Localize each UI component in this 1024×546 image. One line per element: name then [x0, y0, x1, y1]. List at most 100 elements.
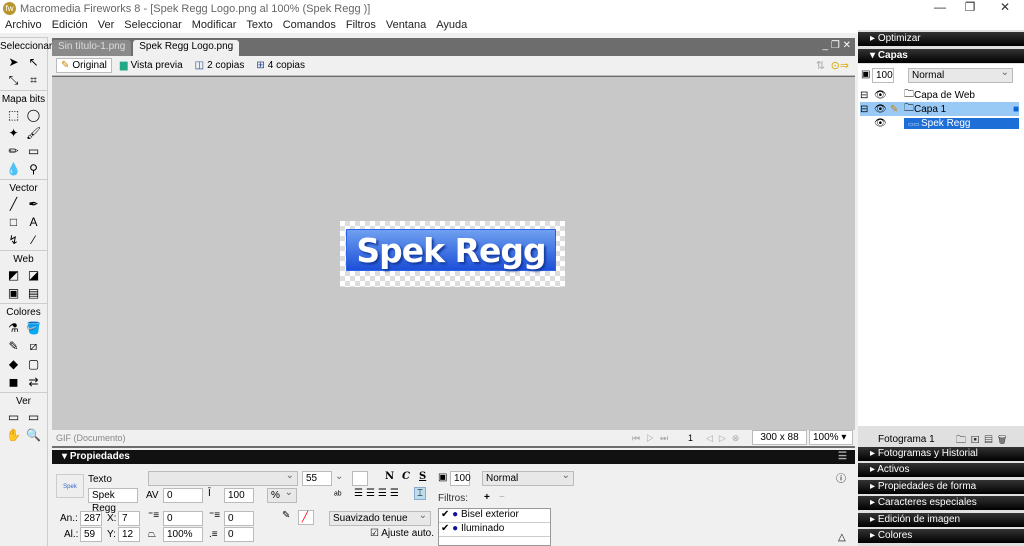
collapse-panel-icon[interactable]: △: [838, 532, 846, 543]
stroke-swatch-icon[interactable]: ⧄: [25, 338, 43, 354]
stretch-align-button[interactable]: ⌶: [414, 487, 426, 500]
paint-bucket-icon[interactable]: 🪣: [25, 320, 43, 336]
eraser-icon[interactable]: ▭: [25, 143, 43, 159]
view-4up-button[interactable]: ⊞ 4 copias: [252, 59, 309, 72]
marquee-icon[interactable]: ⬚: [5, 107, 23, 123]
rubber-stamp-icon[interactable]: ⚲: [25, 161, 43, 177]
rectangle-icon[interactable]: □: [5, 214, 23, 230]
line-icon[interactable]: ╱: [5, 196, 23, 212]
height-input[interactable]: 59: [80, 527, 102, 542]
stroke-color-icon[interactable]: ✎: [5, 338, 23, 354]
close-button[interactable]: ✕: [990, 0, 1020, 14]
blend-mode-select[interactable]: Normal: [482, 469, 574, 486]
quick-export-icon[interactable]: ⇅: [816, 59, 825, 72]
panel-layers-header[interactable]: ▾ Capas: [858, 49, 1024, 63]
object-name-input[interactable]: Spek Regg: [88, 488, 138, 514]
bold-button[interactable]: N: [385, 471, 394, 482]
view-original-button[interactable]: ✎ Original: [56, 58, 112, 73]
remove-filter-button[interactable]: −: [499, 492, 505, 503]
layer-opacity-input[interactable]: 100: [872, 68, 894, 83]
menu-ventana[interactable]: Ventana: [381, 19, 431, 31]
freeform-icon[interactable]: ↯: [5, 232, 23, 248]
x-input[interactable]: 7: [118, 511, 140, 526]
scale-icon[interactable]: ⤡: [5, 72, 23, 88]
blur-icon[interactable]: 💧: [5, 161, 23, 177]
text-object-spek-regg[interactable]: Spek Regg: [346, 229, 556, 271]
panel-header[interactable]: ▸ Propiedades de forma automática: [858, 479, 1024, 506]
expand-icon[interactable]: ⊟: [860, 90, 874, 101]
filter-item[interactable]: ✔ ● Iluminado: [439, 523, 550, 537]
text-icon[interactable]: A: [25, 214, 43, 230]
hide-slices-icon[interactable]: ▣: [5, 285, 23, 301]
stroke-color-swatch[interactable]: ╱: [298, 510, 314, 525]
fill-swatch-icon[interactable]: ▢: [25, 356, 43, 372]
show-slices-icon[interactable]: ▤: [25, 285, 43, 301]
eye-icon[interactable]: 👁: [874, 90, 904, 101]
canvas[interactable]: Spek Regg: [52, 77, 855, 430]
panel-header[interactable]: ▸ Colores: [858, 529, 1024, 543]
hand-icon[interactable]: ✋: [5, 427, 23, 443]
layer-blend-select[interactable]: Normal: [908, 66, 1013, 83]
font-size-input[interactable]: 55: [302, 471, 332, 486]
crop-icon[interactable]: ⌗: [25, 72, 43, 88]
space-before-input[interactable]: 0: [224, 511, 254, 526]
eye-icon[interactable]: 👁: [874, 104, 890, 115]
leading-input[interactable]: 100: [224, 488, 254, 503]
y-input[interactable]: 12: [118, 527, 140, 542]
standard-screen-icon[interactable]: ▭: [5, 409, 23, 425]
pen-icon[interactable]: ✒: [25, 196, 43, 212]
menu-comandos[interactable]: Comandos: [278, 19, 341, 31]
swap-colors-icon[interactable]: ⇄: [25, 374, 43, 390]
default-colors-icon[interactable]: ◼: [5, 374, 23, 390]
menu-filtros[interactable]: Filtros: [341, 19, 381, 31]
text-direction-icon[interactable]: ᵃᵇ: [334, 490, 342, 501]
width-input[interactable]: 287: [80, 511, 102, 526]
antialias-select[interactable]: Suavizado tenue: [329, 509, 431, 526]
pointer-icon[interactable]: ➤: [5, 54, 23, 70]
menu-edición[interactable]: Edición: [47, 19, 93, 31]
magic-wand-icon[interactable]: ✦: [5, 125, 23, 141]
full-screen-menus-icon[interactable]: ▭: [25, 409, 43, 425]
menu-archivo[interactable]: Archivo: [0, 19, 47, 31]
brush-icon[interactable]: 🖌: [25, 125, 43, 141]
menu-ver[interactable]: Ver: [93, 19, 120, 31]
layer-row-capa1[interactable]: ⊟ 👁 ✎ 🗀 Capa 1 ■: [860, 102, 1019, 116]
space-after-input[interactable]: 0: [224, 527, 254, 542]
kerning-input[interactable]: 0: [163, 488, 203, 503]
view-2up-button[interactable]: ◫ 2 copias: [191, 59, 249, 72]
panel-options-icon[interactable]: ☰: [838, 450, 847, 464]
indent-input[interactable]: 0: [163, 511, 203, 526]
zoom-select[interactable]: 100% ▾: [809, 430, 853, 445]
font-size-dropdown[interactable]: ⌄: [335, 471, 343, 482]
slice-icon[interactable]: ◪: [25, 267, 43, 283]
font-select[interactable]: [148, 469, 298, 486]
zoom-icon[interactable]: 🔍: [25, 427, 43, 443]
panel-optimize[interactable]: ▸ Optimizar: [858, 32, 1024, 46]
subselect-icon[interactable]: ↖: [25, 54, 43, 70]
italic-button[interactable]: C: [402, 471, 410, 482]
doc-window-controls[interactable]: _ ❐ ✕: [823, 40, 851, 51]
panel-header[interactable]: ▸ Activos: [858, 463, 1024, 478]
fill-color-icon[interactable]: ◆: [5, 356, 23, 372]
text-color-swatch[interactable]: [352, 471, 368, 486]
document-tab[interactable]: Spek Regg Logo.png: [133, 40, 240, 56]
leading-unit-select[interactable]: %: [267, 486, 297, 503]
minimize-button[interactable]: —: [925, 0, 955, 14]
panel-header[interactable]: ▸ Edición de imagen: [858, 512, 1024, 527]
object-row-spek-regg[interactable]: 👁 ▭▭ Spek Regg: [860, 116, 1019, 130]
underline-button[interactable]: S: [419, 471, 426, 482]
opacity-input[interactable]: 100: [450, 471, 471, 486]
menu-seleccionar[interactable]: Seleccionar: [119, 19, 186, 31]
alignment-buttons[interactable]: ☰☰☰☰: [354, 488, 402, 499]
properties-header[interactable]: ▾ Propiedades ☰: [52, 450, 855, 464]
layer-row-web[interactable]: ⊟ 👁 🗀 Capa de Web: [860, 88, 1019, 102]
view-preview-button[interactable]: ▆ Vista previa: [116, 59, 187, 72]
frame-nav-first-play-last[interactable]: ⏮▷⏭: [632, 433, 674, 444]
frame-nav-prev-next-loop[interactable]: ◁▷⊗: [706, 433, 745, 444]
pencil-icon[interactable]: ✏: [5, 143, 23, 159]
auto-kern-checkbox[interactable]: ☑ Ajuste auto.: [370, 528, 434, 539]
knife-icon[interactable]: ⁄: [25, 232, 43, 248]
hotspot-icon[interactable]: ◩: [5, 267, 23, 283]
menu-ayuda[interactable]: Ayuda: [431, 19, 472, 31]
eye-icon[interactable]: 👁: [874, 118, 904, 129]
